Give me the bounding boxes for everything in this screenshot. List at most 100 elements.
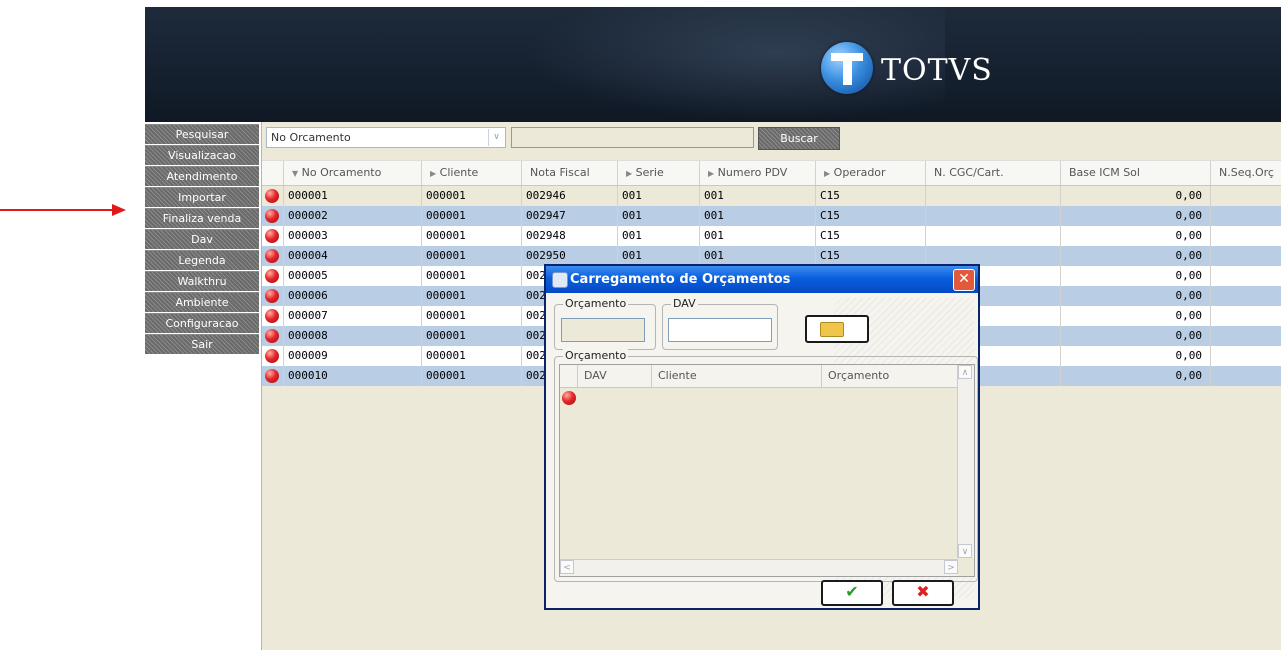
table-cell-cliente: 000001	[422, 206, 522, 226]
list-col-dav[interactable]: DAV	[578, 365, 652, 387]
red-status-dot-icon	[265, 289, 279, 303]
table-cell-cliente: 000001	[422, 366, 522, 386]
app-header: TOTVS	[145, 7, 1281, 122]
col-header-cliente[interactable]: ▶ Cliente	[422, 161, 522, 185]
table-cell-cliente: 000001	[422, 186, 522, 206]
table-cell-seq	[1211, 266, 1281, 286]
col-header-serie[interactable]: ▶ Serie	[618, 161, 700, 185]
grid-header: ▼ No Orcamento ▶ Cliente Nota Fiscal ▶ S…	[262, 160, 1281, 186]
dialog-titlebar[interactable]: Carregamento de Orçamentos ✕	[546, 266, 978, 293]
orcamento-field[interactable]	[561, 318, 645, 342]
table-cell-base: 0,00	[1061, 306, 1211, 326]
menu-pesquisar-button[interactable]: Pesquisar	[145, 124, 259, 144]
search-input[interactable]	[511, 127, 754, 148]
horizontal-scrollbar[interactable]: < >	[560, 559, 958, 576]
search-button[interactable]: Buscar	[758, 127, 840, 150]
table-cell-base: 0,00	[1061, 286, 1211, 306]
cancel-button[interactable]: ✖	[892, 580, 954, 606]
col-header-seq[interactable]: N.Seq.Orç	[1211, 161, 1281, 185]
app-window-icon	[552, 272, 568, 288]
table-cell-cgc	[926, 246, 1061, 266]
annotation-arrow	[0, 204, 126, 216]
table-cell-cliente: 000001	[422, 286, 522, 306]
menu-finaliza-venda-button[interactable]: Finaliza venda	[145, 208, 259, 228]
menu-sair-button[interactable]: Sair	[145, 334, 259, 354]
list-header-spacer	[560, 365, 578, 387]
close-icon[interactable]: ✕	[953, 269, 975, 291]
orcamento-group-label: Orçamento	[563, 297, 629, 310]
scroll-left-icon[interactable]: <	[560, 560, 574, 574]
col-header-base-icm[interactable]: Base ICM Sol	[1061, 161, 1211, 185]
table-cell-seq	[1211, 286, 1281, 306]
table-cell-cliente: 000001	[422, 326, 522, 346]
table-cell-base: 0,00	[1061, 366, 1211, 386]
table-row[interactable]: 000003 000001 002948 001 001 C15 0,00	[262, 226, 1281, 246]
list-col-orcamento[interactable]: Orçamento	[822, 365, 958, 387]
menu-importar-button[interactable]: Importar	[145, 187, 259, 207]
table-cell-operador: C15	[816, 206, 926, 226]
checkmark-icon: ✔	[845, 582, 859, 601]
dav-field[interactable]	[668, 318, 772, 342]
table-cell-nota: 002948	[522, 226, 618, 246]
row-status-cell	[262, 366, 284, 386]
table-cell-serie: 001	[618, 186, 700, 206]
red-status-dot-icon	[265, 209, 279, 223]
close-icon: ✖	[916, 582, 930, 601]
list-item[interactable]	[562, 391, 578, 405]
col-header-cgc[interactable]: N. CGC/Cart.	[926, 161, 1061, 185]
scroll-up-icon[interactable]: ∧	[958, 365, 972, 379]
totvs-logo-icon	[821, 42, 873, 94]
menu-legenda-button[interactable]: Legenda	[145, 250, 259, 270]
scroll-right-icon[interactable]: >	[944, 560, 958, 574]
table-cell-pdv: 001	[700, 226, 816, 246]
table-cell-operador: C15	[816, 186, 926, 206]
menu-walkthru-button[interactable]: Walkthru	[145, 271, 259, 291]
confirm-button[interactable]: ✔	[821, 580, 883, 606]
table-cell-operador: C15	[816, 226, 926, 246]
table-cell-orcamento: 000001	[284, 186, 422, 206]
red-status-dot-icon	[265, 249, 279, 263]
carregamento-dialog: Carregamento de Orçamentos ✕ Orçamento D…	[544, 264, 980, 610]
red-status-dot-icon	[265, 309, 279, 323]
col-header-operador[interactable]: ▶ Operador	[816, 161, 926, 185]
table-cell-cgc	[926, 186, 1061, 206]
table-cell-cliente: 000001	[422, 266, 522, 286]
col-header-numero-pdv[interactable]: ▶ Numero PDV	[700, 161, 816, 185]
red-status-dot-icon	[265, 269, 279, 283]
chevron-down-icon[interactable]: ∨	[488, 129, 504, 146]
search-field-select[interactable]: No Orcamento ∨	[266, 127, 506, 148]
col-header-no-orcamento[interactable]: ▼ No Orcamento	[284, 161, 422, 185]
orcamento-list-group-label: Orçamento	[563, 349, 629, 362]
table-cell-seq	[1211, 366, 1281, 386]
table-row[interactable]: 000004 000001 002950 001 001 C15 0,00	[262, 246, 1281, 266]
dav-group-label: DAV	[671, 297, 698, 310]
table-cell-orcamento: 000009	[284, 346, 422, 366]
row-status-cell	[262, 306, 284, 326]
table-cell-orcamento: 000008	[284, 326, 422, 346]
menu-ambiente-button[interactable]: Ambiente	[145, 292, 259, 312]
vertical-scrollbar[interactable]: ∧ ∨	[957, 365, 974, 558]
table-cell-orcamento: 000004	[284, 246, 422, 266]
orcamento-list-header: DAV Cliente Orçamento	[560, 365, 974, 388]
scroll-down-icon[interactable]: ∨	[958, 544, 972, 558]
open-folder-button[interactable]	[805, 315, 869, 343]
table-row[interactable]: 000002 000001 002947 001 001 C15 0,00	[262, 206, 1281, 226]
table-row[interactable]: 000001 000001 002946 001 001 C15 0,00	[262, 186, 1281, 206]
red-status-dot-icon	[265, 189, 279, 203]
table-cell-cgc	[926, 206, 1061, 226]
menu-atendimento-button[interactable]: Atendimento	[145, 166, 259, 186]
row-status-cell	[262, 226, 284, 246]
list-col-cliente[interactable]: Cliente	[652, 365, 822, 387]
logo-text: TOTVS	[881, 53, 993, 88]
table-cell-orcamento: 000003	[284, 226, 422, 246]
red-status-dot-icon	[265, 369, 279, 383]
menu-dav-button[interactable]: Dav	[145, 229, 259, 249]
table-cell-pdv: 001	[700, 246, 816, 266]
table-cell-orcamento: 000010	[284, 366, 422, 386]
menu-configuracao-button[interactable]: Configuracao	[145, 313, 259, 333]
col-header-nota-fiscal[interactable]: Nota Fiscal	[522, 161, 618, 185]
table-cell-serie: 001	[618, 246, 700, 266]
table-cell-nota: 002950	[522, 246, 618, 266]
table-cell-base: 0,00	[1061, 346, 1211, 366]
menu-visualizacao-button[interactable]: Visualizacao	[145, 145, 259, 165]
